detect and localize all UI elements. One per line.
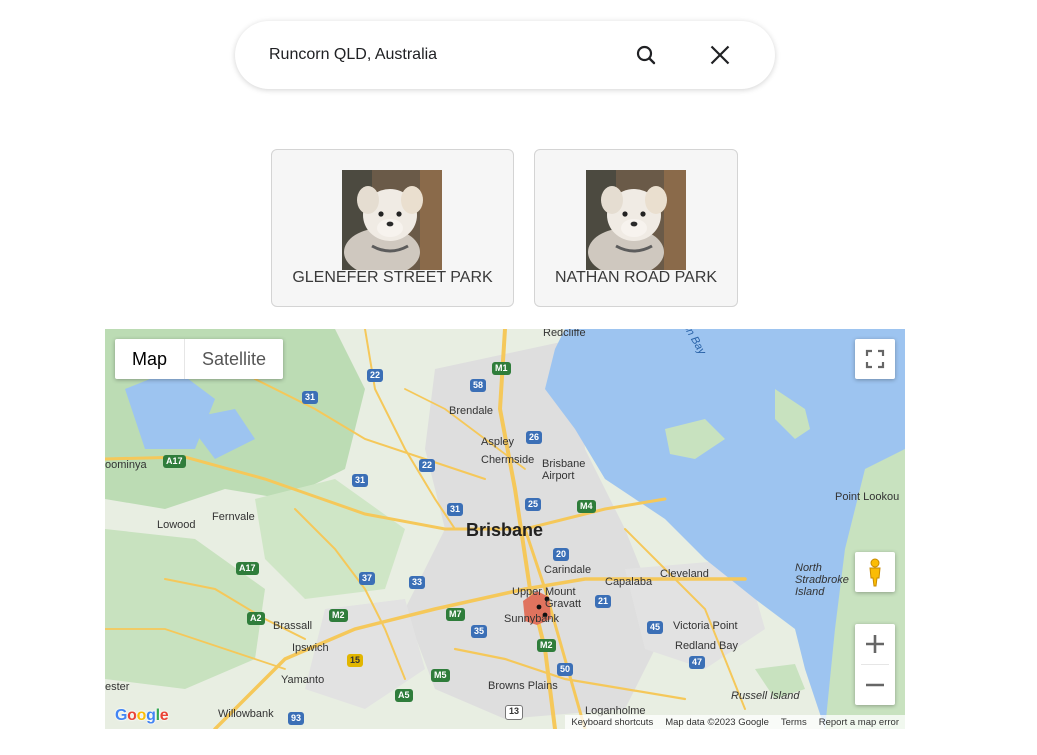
google-logo: Google bbox=[115, 707, 169, 724]
road-shield: 31 bbox=[302, 391, 319, 404]
plus-icon bbox=[866, 635, 884, 653]
road-shield: 25 bbox=[525, 498, 542, 511]
map-label: Brassall bbox=[273, 620, 313, 632]
road-shield: 21 bbox=[595, 595, 612, 608]
road-shield: 37 bbox=[359, 572, 376, 585]
map-type-control: Map Satellite bbox=[115, 339, 284, 379]
road-shield: M4 bbox=[577, 500, 596, 513]
map-label: Redcliffe bbox=[543, 329, 586, 339]
map-type-map-button[interactable]: Map bbox=[115, 339, 184, 379]
map-label: Victoria Point bbox=[673, 620, 738, 632]
search-icon bbox=[636, 45, 656, 65]
minus-icon bbox=[866, 683, 884, 687]
map-label: Upper Mount bbox=[512, 586, 576, 598]
street-view-button[interactable] bbox=[855, 552, 895, 592]
road-shield: 50 bbox=[557, 663, 574, 676]
map-label: Brisbane Airport bbox=[542, 458, 586, 482]
zoom-in-button[interactable] bbox=[855, 624, 895, 664]
close-icon bbox=[710, 45, 730, 65]
road-shield: A17 bbox=[163, 455, 186, 468]
road-shield: 26 bbox=[526, 431, 543, 444]
map-label: Redland Bay bbox=[675, 640, 738, 652]
pegman-icon bbox=[869, 558, 881, 587]
map-data-attribution: Map data ©2023 Google bbox=[665, 716, 769, 728]
report-error-link[interactable]: Report a map error bbox=[813, 717, 905, 728]
map-label: Cleveland bbox=[660, 568, 709, 580]
road-shield: M2 bbox=[329, 609, 348, 622]
road-shield: 35 bbox=[471, 625, 488, 638]
map-label: Yamanto bbox=[281, 674, 325, 686]
road-shield: 33 bbox=[409, 576, 426, 589]
search-input[interactable] bbox=[269, 43, 609, 67]
park-card[interactable]: GLENEFER STREET PARK bbox=[271, 149, 514, 307]
road-shield: A17 bbox=[236, 562, 259, 575]
map-label: Willowbank bbox=[218, 708, 274, 720]
map-label: Fernvale bbox=[212, 511, 255, 523]
road-shield: 45 bbox=[647, 621, 664, 634]
map-label: Capalaba bbox=[605, 576, 653, 588]
road-shield: 93 bbox=[288, 712, 305, 725]
keyboard-shortcuts-link[interactable]: Keyboard shortcuts bbox=[565, 717, 659, 728]
map-label: ester bbox=[105, 681, 130, 693]
map-label: Gravatt bbox=[545, 598, 582, 610]
map-label: Russell Island bbox=[731, 690, 800, 702]
map-label: North Stradbroke Island bbox=[795, 562, 849, 598]
road-shield: 31 bbox=[447, 503, 464, 516]
zoom-out-button[interactable] bbox=[855, 665, 895, 705]
road-shield: A5 bbox=[395, 689, 413, 702]
map-label: Carindale bbox=[544, 564, 592, 576]
map-label: Sunnybank bbox=[504, 613, 560, 625]
map-label: Lowood bbox=[157, 519, 196, 531]
fullscreen-icon bbox=[865, 349, 885, 369]
road-shield: 20 bbox=[553, 548, 570, 561]
road-shield: M7 bbox=[446, 608, 465, 621]
zoom-control bbox=[855, 624, 895, 705]
map-label: Brendale bbox=[449, 405, 494, 417]
dog-photo bbox=[342, 170, 442, 270]
road-shield: 22 bbox=[367, 369, 384, 382]
search-bar bbox=[235, 21, 775, 89]
road-shield: M1 bbox=[492, 362, 511, 375]
map-label: Chermside bbox=[481, 454, 535, 466]
map-label: Aspley bbox=[481, 436, 515, 448]
road-shield: 22 bbox=[419, 459, 436, 472]
park-name: NATHAN ROAD PARK bbox=[554, 269, 718, 286]
road-shield: A2 bbox=[247, 612, 265, 625]
fullscreen-button[interactable] bbox=[855, 339, 895, 379]
road-shield: 58 bbox=[470, 379, 487, 392]
map-label: Browns Plains bbox=[488, 680, 558, 692]
clear-button[interactable] bbox=[708, 43, 732, 67]
dog-photo bbox=[586, 170, 686, 270]
road-shield: 47 bbox=[689, 656, 706, 669]
road-shield: 15 bbox=[347, 654, 364, 667]
map-label: Ipswich bbox=[292, 642, 329, 654]
road-shield: M2 bbox=[537, 639, 556, 652]
terms-link[interactable]: Terms bbox=[775, 717, 813, 728]
search-button[interactable] bbox=[634, 43, 658, 67]
road-shield: M5 bbox=[431, 669, 450, 682]
road-shield: 31 bbox=[352, 474, 369, 487]
map-footer: Keyboard shortcuts Map data ©2023 Google… bbox=[565, 715, 905, 729]
road-shield: 13 bbox=[505, 705, 524, 720]
map-label: Point Lookou bbox=[835, 491, 900, 503]
map[interactable]: Redcliffe on Bay Brendale Aspley Chermsi… bbox=[105, 329, 905, 729]
park-name: GLENEFER STREET PARK bbox=[292, 269, 493, 286]
park-card[interactable]: NATHAN ROAD PARK bbox=[534, 149, 738, 307]
map-type-satellite-button[interactable]: Satellite bbox=[184, 339, 283, 379]
map-label: oominya bbox=[105, 459, 147, 471]
map-label-city: Brisbane bbox=[466, 520, 544, 540]
